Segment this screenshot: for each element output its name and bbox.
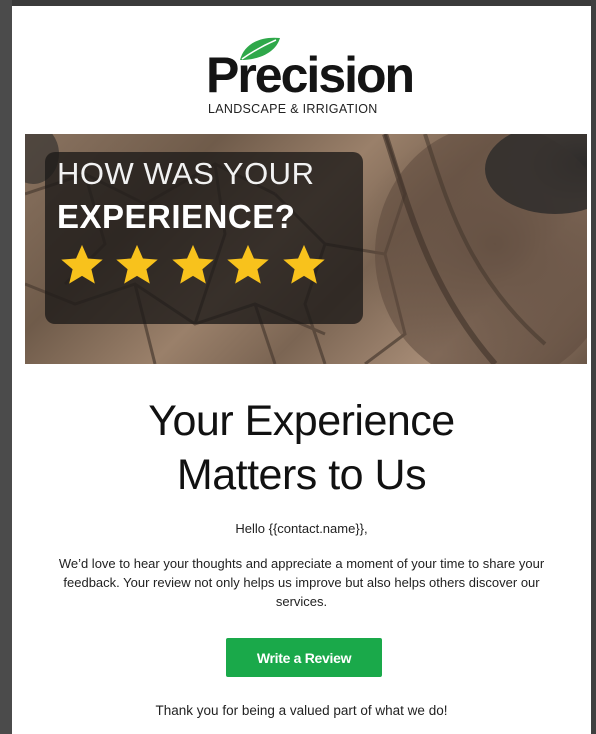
star-icon [61,244,103,284]
body-paragraph: We’d love to hear your thoughts and appr… [58,556,545,609]
headline-line1: Your Experience [148,397,455,445]
headline-line2: Matters to Us [176,451,427,499]
hero-heading-line2: EXPERIENCE? [57,198,296,235]
star-icon [283,244,325,284]
write-review-button[interactable]: Write a Review [226,638,382,677]
page-headline: Your Experience Matters to Us [12,394,591,502]
email-body: Precision LANDSCAPE & IRRIGATION HOW WAS [12,6,591,734]
brand-name: Precision [206,47,415,103]
star-icon [116,244,159,284]
window-frame-right [591,0,596,734]
star-icon [172,244,214,284]
closing-text: Thank you for being a valued part of wha… [155,703,448,718]
star-icon [227,244,270,284]
brand-logo: Precision LANDSCAPE & IRRIGATION [202,36,417,120]
star-rating [59,242,332,288]
brand-tagline: LANDSCAPE & IRRIGATION [208,102,378,116]
window-frame-left [0,0,12,734]
hero-banner: HOW WAS YOUR EXPERIENCE? [25,134,587,364]
greeting-text: Hello {{contact.name}}, [235,521,368,536]
hero-heading-line1: HOW WAS YOUR [57,156,315,191]
